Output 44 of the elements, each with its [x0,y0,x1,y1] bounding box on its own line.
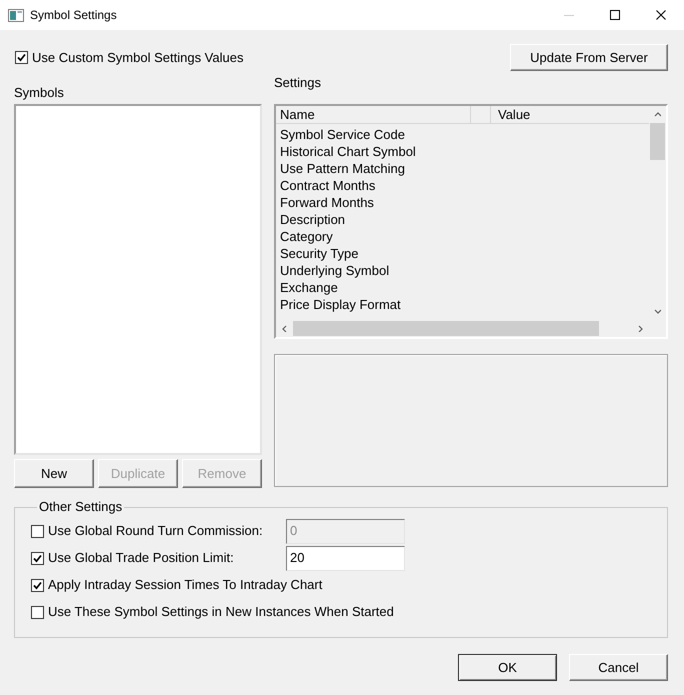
property-name[interactable]: Contract Months [280,177,376,194]
update-from-server-button[interactable]: Update From Server [510,44,668,71]
checkbox-label: Use Global Trade Position Limit: [48,549,234,568]
property-name[interactable]: Exchange [280,279,338,296]
checkbox-label: Use Custom Symbol Settings Values [32,48,244,67]
property-name[interactable]: Category [280,228,333,245]
checkbox[interactable] [31,552,44,564]
caret-left-icon[interactable] [281,325,288,332]
property-name[interactable]: Security Type [280,245,359,262]
group-title: Other Settings [38,499,124,515]
checkmark-icon [17,53,26,62]
checkbox[interactable] [31,524,44,538]
checkbox-label: Use These Symbol Settings in New Instances When Started [48,603,394,622]
window-title: Symbol Settings [30,7,117,24]
property-name[interactable]: Symbol Service Code [280,126,405,143]
section-label: Settings [274,75,322,91]
checkbox[interactable] [31,578,44,592]
checkbox[interactable] [15,51,28,64]
section-label: Symbols [14,85,65,101]
column-header[interactable]: Value [491,106,649,123]
property-name[interactable]: Description [280,211,346,228]
checkbox-label: Use Global Round Turn Commission: [48,522,263,540]
property-name[interactable]: Historical Chart Symbol [280,143,416,160]
scrollbar-thumb[interactable] [293,321,599,336]
scrollbar-thumb[interactable] [650,123,665,160]
property-name[interactable]: Use Pattern Matching [280,160,406,177]
caret-right-icon[interactable] [637,325,644,332]
column-header[interactable]: Name [276,106,471,123]
checkbox-label: Apply Intraday Session Times To Intraday Chart [48,576,322,594]
checkmark-icon [33,554,42,562]
input-field[interactable]: 20 [286,546,405,570]
close-icon[interactable] [656,10,666,20]
dialog-button[interactable]: Cancel [569,654,668,681]
caret-down-icon[interactable] [654,308,661,315]
property-name[interactable]: Forward Months [280,194,374,211]
dialog-button[interactable]: OK [458,654,557,681]
checkbox[interactable] [31,606,44,618]
caret-up-icon[interactable] [654,111,661,118]
checkmark-icon [33,580,42,590]
window-icon [8,8,24,22]
property-name[interactable]: Price Display Format [280,296,401,313]
property-name[interactable]: Underlying Symbol [280,262,390,279]
maximize-icon[interactable] [610,10,620,20]
list-action-button[interactable]: New [14,459,94,488]
